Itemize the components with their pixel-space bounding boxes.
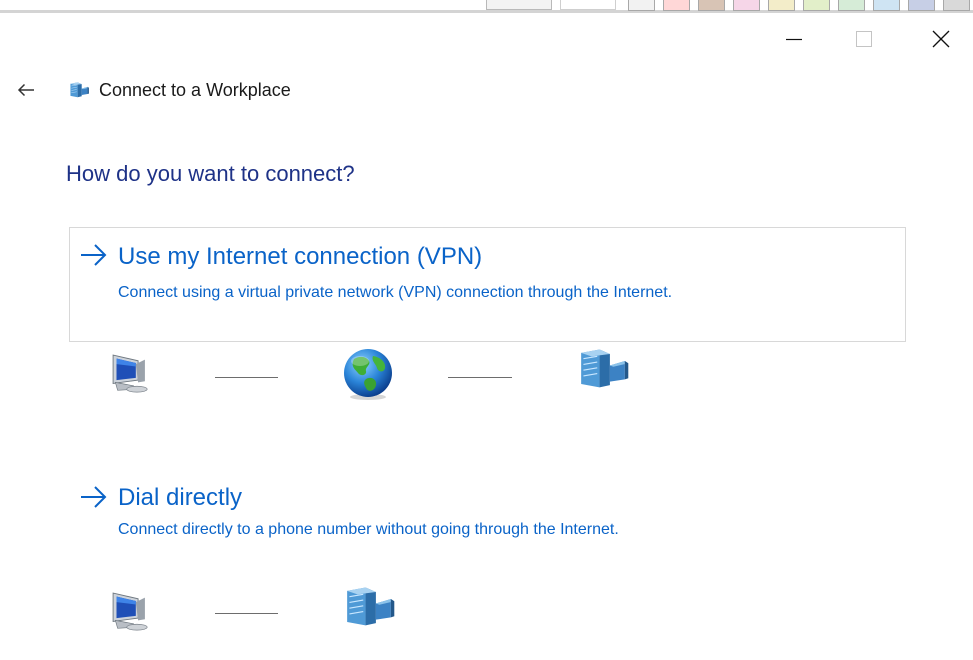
minimize-icon xyxy=(786,38,802,41)
connection-line xyxy=(215,377,278,378)
office-building-icon xyxy=(580,348,629,388)
maximize-button[interactable] xyxy=(841,22,887,56)
background-swatch xyxy=(733,0,760,11)
background-tab xyxy=(560,0,616,10)
minimize-button[interactable] xyxy=(771,22,817,56)
background-swatch xyxy=(838,0,865,11)
office-building-icon xyxy=(346,586,395,626)
close-icon xyxy=(932,30,950,48)
background-window-strip xyxy=(0,0,973,14)
page-heading: How do you want to connect? xyxy=(66,161,355,186)
arrow-right-icon xyxy=(81,244,107,266)
background-swatch xyxy=(873,0,900,11)
connection-line xyxy=(448,377,512,378)
connect-workplace-window: Connect to a Workplace How do you want t… xyxy=(0,0,973,660)
vpn-option[interactable]: Use my Internet connection (VPN) Connect… xyxy=(69,227,906,342)
back-arrow-icon xyxy=(17,83,34,97)
back-button[interactable] xyxy=(10,76,42,104)
background-swatch xyxy=(628,0,655,11)
background-swatch xyxy=(943,0,970,11)
background-swatch xyxy=(768,0,795,11)
window-title: Connect to a Workplace xyxy=(99,80,291,100)
computer-icon xyxy=(112,354,148,393)
workplace-network-icon xyxy=(70,82,90,98)
vpn-option-title: Use my Internet connection (VPN) xyxy=(118,243,483,270)
connection-line xyxy=(215,613,278,614)
background-swatch xyxy=(698,0,725,11)
globe-icon xyxy=(344,349,392,400)
arrow-right-icon xyxy=(81,486,107,508)
background-swatch xyxy=(803,0,830,11)
dial-directly-option[interactable]: Dial directly Connect directly to a phon… xyxy=(69,477,906,557)
maximize-icon xyxy=(856,31,872,47)
vpn-option-description: Connect using a virtual private network … xyxy=(118,284,673,301)
computer-icon xyxy=(112,592,148,631)
close-button[interactable] xyxy=(918,22,964,56)
dial-option-title: Dial directly xyxy=(118,484,243,511)
background-swatch xyxy=(908,0,935,11)
background-tab xyxy=(486,0,552,10)
dial-option-description: Connect directly to a phone number witho… xyxy=(118,521,619,538)
background-swatch xyxy=(663,0,690,11)
